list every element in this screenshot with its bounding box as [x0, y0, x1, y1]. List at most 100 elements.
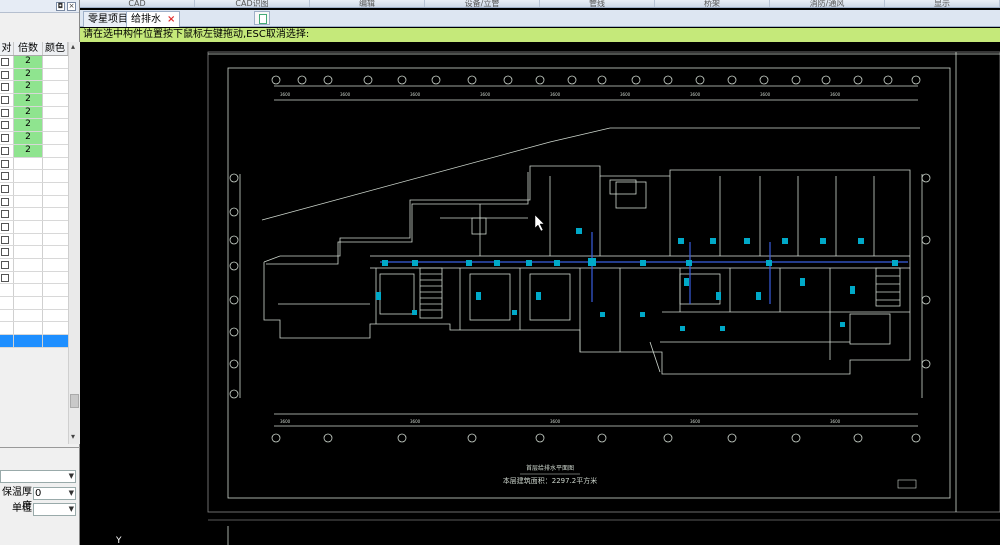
table-row[interactable]	[0, 271, 68, 285]
multiplier-cell[interactable]: 2	[14, 68, 43, 81]
multiplier-cell[interactable]	[14, 233, 43, 246]
multiplier-cell[interactable]	[14, 297, 43, 309]
color-cell[interactable]	[43, 284, 68, 296]
table-row[interactable]	[0, 259, 68, 272]
multiplier-cell[interactable]: 2	[14, 94, 43, 106]
color-cell[interactable]	[43, 322, 68, 334]
color-cell[interactable]	[43, 81, 68, 93]
color-cell[interactable]	[43, 56, 68, 68]
column-header[interactable]: 对	[0, 42, 14, 55]
scroll-up-icon[interactable]: ▴	[71, 42, 75, 51]
scroll-down-icon[interactable]: ▾	[71, 432, 75, 441]
table-row[interactable]	[0, 208, 68, 221]
row-checkbox[interactable]	[1, 210, 9, 219]
table-row[interactable]	[0, 195, 68, 209]
multiplier-cell[interactable]: 2	[14, 81, 43, 94]
color-cell[interactable]	[43, 69, 68, 81]
color-cell[interactable]	[43, 145, 68, 157]
property-select[interactable]: ▼	[0, 470, 76, 483]
multiplier-cell[interactable]	[14, 271, 43, 284]
row-checkbox[interactable]	[1, 134, 9, 143]
color-cell[interactable]	[43, 158, 68, 170]
ribbon-item[interactable]: 显示	[885, 0, 1000, 7]
tab-water-supply-drainage[interactable]: 给排水 ×	[126, 11, 181, 27]
multiplier-cell[interactable]	[14, 335, 43, 347]
column-header[interactable]: 颜色	[43, 42, 68, 55]
color-cell[interactable]	[43, 221, 68, 233]
color-cell[interactable]	[43, 132, 68, 144]
row-checkbox[interactable]	[1, 58, 9, 66]
color-cell[interactable]	[43, 335, 68, 347]
table-row[interactable]: 2	[0, 81, 68, 95]
color-cell[interactable]	[43, 272, 68, 284]
multiplier-cell[interactable]	[14, 157, 43, 170]
color-cell[interactable]	[43, 196, 68, 208]
table-row[interactable]: 2	[0, 132, 68, 145]
color-cell[interactable]	[43, 107, 68, 119]
table-row[interactable]	[0, 322, 68, 336]
color-cell[interactable]	[43, 183, 68, 195]
ribbon-item[interactable]: 管线	[540, 0, 655, 7]
table-row[interactable]	[0, 157, 68, 171]
row-checkbox[interactable]	[1, 222, 9, 231]
table-row[interactable]: 2	[0, 144, 68, 158]
table-row[interactable]	[0, 297, 68, 310]
table-row[interactable]	[0, 182, 68, 196]
row-checkbox[interactable]	[1, 273, 9, 282]
row-checkbox[interactable]	[1, 83, 9, 92]
ribbon-item[interactable]: 编辑	[310, 0, 425, 7]
color-cell[interactable]	[43, 297, 68, 309]
table-row[interactable]	[0, 170, 68, 183]
color-cell[interactable]	[43, 170, 68, 182]
row-checkbox[interactable]	[1, 70, 9, 79]
table-row[interactable]: 2	[0, 119, 68, 133]
multiplier-cell[interactable]: 2	[14, 132, 43, 144]
pin-icon[interactable]: ◘	[56, 2, 65, 11]
cad-drawing-canvas[interactable]: 3600 3600 3600 3600 3600 3600 3600 3600 3600 3…	[80, 42, 1000, 545]
row-checkbox[interactable]	[1, 121, 9, 130]
new-tab-icon[interactable]	[254, 11, 270, 25]
multiplier-cell[interactable]	[14, 220, 43, 233]
multiplier-cell[interactable]: 2	[14, 56, 43, 68]
row-checkbox[interactable]	[1, 96, 9, 105]
multiplier-cell[interactable]	[14, 259, 43, 271]
row-checkbox[interactable]	[1, 108, 9, 117]
multiplier-cell[interactable]: 2	[14, 144, 43, 157]
color-cell[interactable]	[43, 310, 68, 322]
insulation-thickness-select[interactable]: 0 ▼	[33, 487, 76, 500]
multiplier-cell[interactable]: 2	[14, 106, 43, 119]
row-checkbox[interactable]	[1, 146, 9, 155]
close-icon[interactable]: ×	[67, 2, 76, 11]
color-cell[interactable]	[43, 259, 68, 271]
multiplier-cell[interactable]	[14, 182, 43, 195]
table-row[interactable]	[0, 246, 68, 259]
table-row[interactable]	[0, 309, 68, 323]
color-cell[interactable]	[43, 234, 68, 246]
row-checkbox[interactable]	[1, 197, 9, 206]
row-checkbox[interactable]	[1, 172, 9, 181]
table-row[interactable]	[0, 284, 68, 298]
row-checkbox[interactable]	[1, 248, 9, 257]
multiplier-cell[interactable]	[14, 170, 43, 182]
multiplier-cell[interactable]	[14, 322, 43, 335]
table-row[interactable]: 2	[0, 106, 68, 120]
column-header[interactable]: 倍数	[14, 42, 43, 55]
table-row[interactable]: 2	[0, 68, 68, 82]
color-cell[interactable]	[43, 94, 68, 106]
multiplier-cell[interactable]	[14, 309, 43, 322]
scroll-thumb[interactable]	[70, 394, 79, 408]
row-checkbox[interactable]	[1, 235, 9, 244]
multiplier-cell[interactable]	[14, 208, 43, 220]
table-row[interactable]: 2	[0, 94, 68, 107]
unit-select[interactable]: ▼	[33, 503, 76, 516]
color-cell[interactable]	[43, 208, 68, 220]
color-cell[interactable]	[43, 119, 68, 131]
close-tab-icon[interactable]: ×	[167, 14, 175, 25]
multiplier-cell[interactable]	[14, 284, 43, 297]
ribbon-item[interactable]: 消防/通风	[770, 0, 885, 7]
table-row[interactable]: 2	[0, 56, 68, 69]
ribbon-item[interactable]: CAD	[80, 0, 195, 7]
table-row[interactable]	[0, 220, 68, 234]
ribbon-item[interactable]: CAD识图	[195, 0, 310, 7]
vertical-scrollbar[interactable]: ▴ ▾	[68, 42, 80, 444]
